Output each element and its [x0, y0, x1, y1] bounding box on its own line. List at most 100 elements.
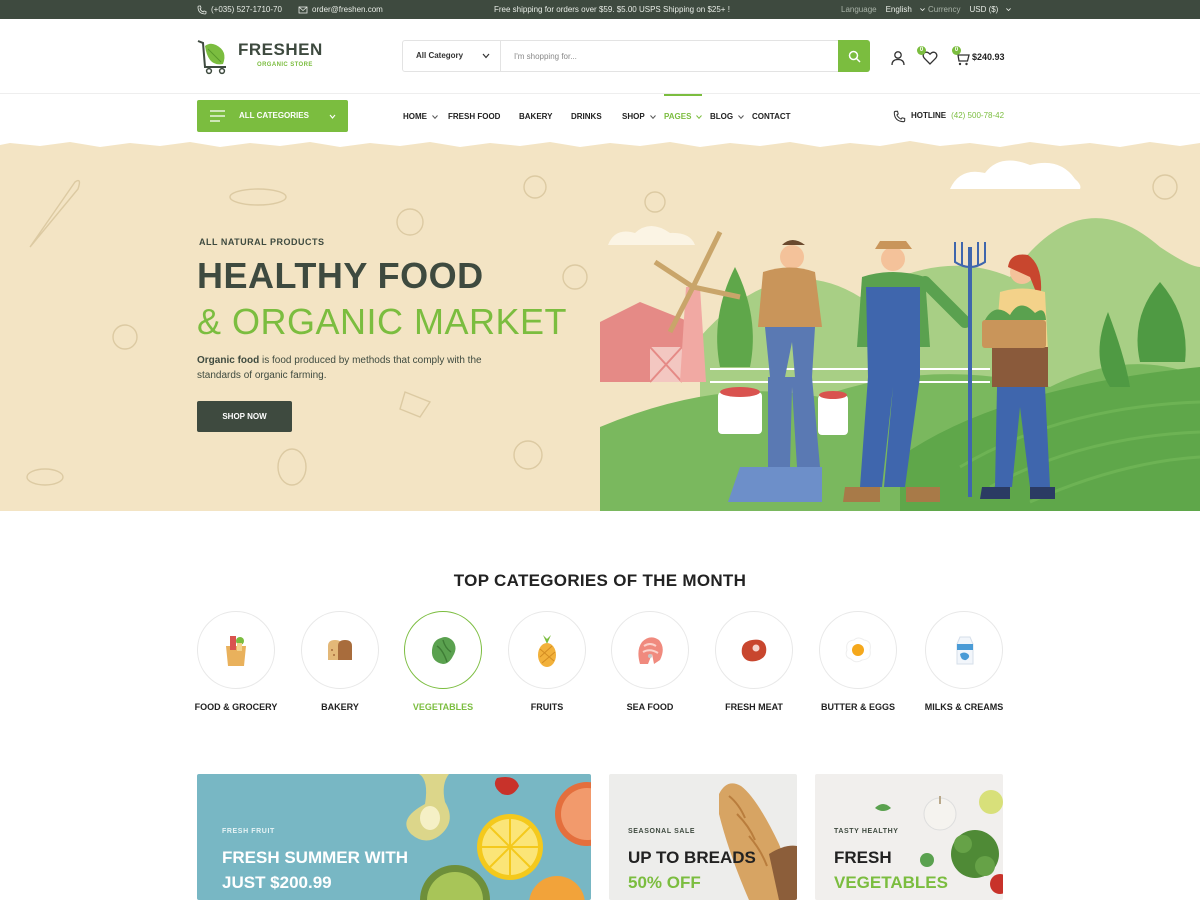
nav-fresh-food-label: FRESH FOOD [448, 112, 501, 121]
chevron-down-icon [1006, 8, 1012, 12]
all-categories-label: ALL CATEGORIES [239, 111, 309, 120]
category-label: BUTTER & EGGS [820, 702, 895, 712]
category-butter-eggs[interactable]: BUTTER & EGGS [808, 611, 908, 712]
promo-banner-vegetables[interactable]: TASTY HEALTHY FRESH VEGETABLES [815, 774, 1003, 900]
hero-description-bold: Organic food [197, 355, 260, 366]
category-circle [715, 611, 793, 689]
hero-title-line2: & ORGANIC MARKET [197, 301, 568, 342]
banner-title-line1: FRESH [834, 848, 892, 867]
category-circle [508, 611, 586, 689]
salmon-steak-icon [638, 637, 663, 664]
nav-contact-label: CONTACT [752, 112, 791, 121]
section-title: TOP CATEGORIES OF THE MONTH [453, 571, 747, 590]
banner-kicker: SEASONAL SALE [628, 828, 696, 835]
category-bakery[interactable]: BAKERY [290, 611, 390, 712]
search-icon [848, 50, 861, 63]
account-button[interactable] [890, 47, 906, 67]
menu-icon [210, 110, 225, 122]
hotline[interactable]: HOTLINE (42) 500-78-42 [893, 94, 1004, 138]
category-circle [197, 611, 275, 689]
language-selector[interactable]: Language English [841, 0, 926, 19]
email-text: order@freshen.com [312, 5, 383, 14]
category-food-grocery[interactable]: FOOD & GROCERY [186, 611, 286, 712]
mail-icon [298, 6, 308, 13]
topbar-email[interactable]: order@freshen.com [298, 0, 383, 19]
cart-total[interactable]: $240.93 [972, 52, 1005, 62]
category-fresh-meat[interactable]: FRESH MEAT [704, 611, 804, 712]
currency-selector[interactable]: Currency USD ($) [928, 0, 1012, 19]
banner-title-line2: VEGETABLES [834, 873, 948, 892]
category-label: SEA FOOD [626, 702, 674, 712]
search-input[interactable] [503, 41, 837, 71]
phone-icon [197, 5, 207, 14]
currency-value: USD ($) [969, 5, 999, 14]
nav-shop[interactable]: SHOP [622, 94, 656, 140]
nav-drinks[interactable]: DRINKS [571, 94, 602, 140]
category-fruits[interactable]: FRUITS [497, 611, 597, 712]
nav-blog[interactable]: BLOG [710, 94, 744, 140]
nav-blog-label: BLOG [710, 112, 734, 121]
fried-egg-icon [845, 637, 871, 663]
search-bar: All Category [402, 40, 870, 72]
nav-bakery[interactable]: BAKERY [519, 94, 552, 140]
top-bar: (+035) 527-1710-70 order@freshen.com Fre… [0, 0, 1200, 19]
banner-title-line2: JUST $200.99 [222, 873, 332, 892]
category-circle [819, 611, 897, 689]
cart-button[interactable]: 0 [952, 46, 970, 67]
hotline-label: HOTLINE [911, 111, 947, 120]
category-label: MILKS & CREAMS [924, 702, 1004, 712]
shop-now-button[interactable]: SHOP NOW [197, 401, 292, 432]
language-label: Language [841, 5, 877, 14]
category-label: FRUITS [530, 702, 564, 712]
milk-carton-icon [956, 636, 974, 665]
grocery-bag-icon [226, 636, 246, 666]
nav-pages[interactable]: PAGES [664, 94, 703, 140]
lettuce-icon [431, 637, 456, 664]
user-icon [891, 51, 905, 66]
category-milks-creams[interactable]: MILKS & CREAMS [914, 611, 1014, 712]
category-circle [404, 611, 482, 689]
category-circle [611, 611, 689, 689]
nav-shop-label: SHOP [622, 112, 645, 121]
category-sea-food[interactable]: SEA FOOD [600, 611, 700, 712]
cart-count-badge: 0 [952, 46, 961, 55]
nav-fresh-food[interactable]: FRESH FOOD [448, 94, 500, 140]
banner-title-line1: UP TO BREADS [628, 848, 756, 867]
nav-bakery-label: BAKERY [519, 112, 553, 121]
promo-banner-breads[interactable]: SEASONAL SALE UP TO BREADS 50% OFF [609, 774, 797, 900]
banner-kicker: FRESH FRUIT [222, 828, 275, 835]
pineapple-icon [538, 635, 556, 667]
nav-home[interactable]: HOME [403, 94, 438, 140]
chevron-down-icon [696, 115, 703, 119]
language-value: English [885, 5, 912, 14]
search-button[interactable] [838, 40, 870, 72]
topbar-phone[interactable]: (+035) 527-1710-70 [197, 0, 282, 19]
promo-banner-fresh-fruit[interactable]: FRESH FRUIT FRESH SUMMER WITH JUST $200.… [197, 774, 591, 900]
logo-tagline: ORGANIC STORE [257, 62, 313, 68]
all-categories-button[interactable]: ALL CATEGORIES [197, 100, 348, 132]
hotline-number: (42) 500-78-42 [951, 111, 1005, 120]
wishlist-button[interactable]: 0 [917, 46, 938, 67]
chevron-down-icon [482, 53, 490, 59]
logo[interactable]: FRESHEN ORGANIC STORE [196, 37, 322, 77]
search-category-select[interactable]: All Category [403, 41, 501, 71]
main-nav: ALL CATEGORIES HOME FRESH FOOD BAKERY DR… [0, 94, 1200, 140]
currency-label: Currency [928, 5, 961, 14]
category-label: FOOD & GROCERY [194, 702, 278, 712]
steak-icon [741, 639, 767, 662]
logo-name: FRESHEN [238, 40, 323, 59]
nav-contact[interactable]: CONTACT [752, 94, 791, 140]
phone-icon [893, 110, 906, 122]
category-vegetables[interactable]: VEGETABLES [393, 611, 493, 712]
search-category-value: All Category [416, 51, 464, 60]
hero-description: Organic food is food produced by methods… [197, 353, 497, 383]
hero-subtitle: ALL NATURAL PRODUCTS [199, 237, 325, 247]
nav-drinks-label: DRINKS [571, 112, 602, 121]
category-circle [925, 611, 1003, 689]
bread-icon [328, 640, 352, 660]
site-header: FRESHEN ORGANIC STORE All Category 0 0 $… [0, 19, 1200, 94]
nav-home-label: HOME [403, 112, 427, 121]
banner-kicker: TASTY HEALTHY [834, 828, 899, 835]
chevron-down-icon [329, 114, 336, 119]
hero-illustration [0, 137, 1200, 511]
